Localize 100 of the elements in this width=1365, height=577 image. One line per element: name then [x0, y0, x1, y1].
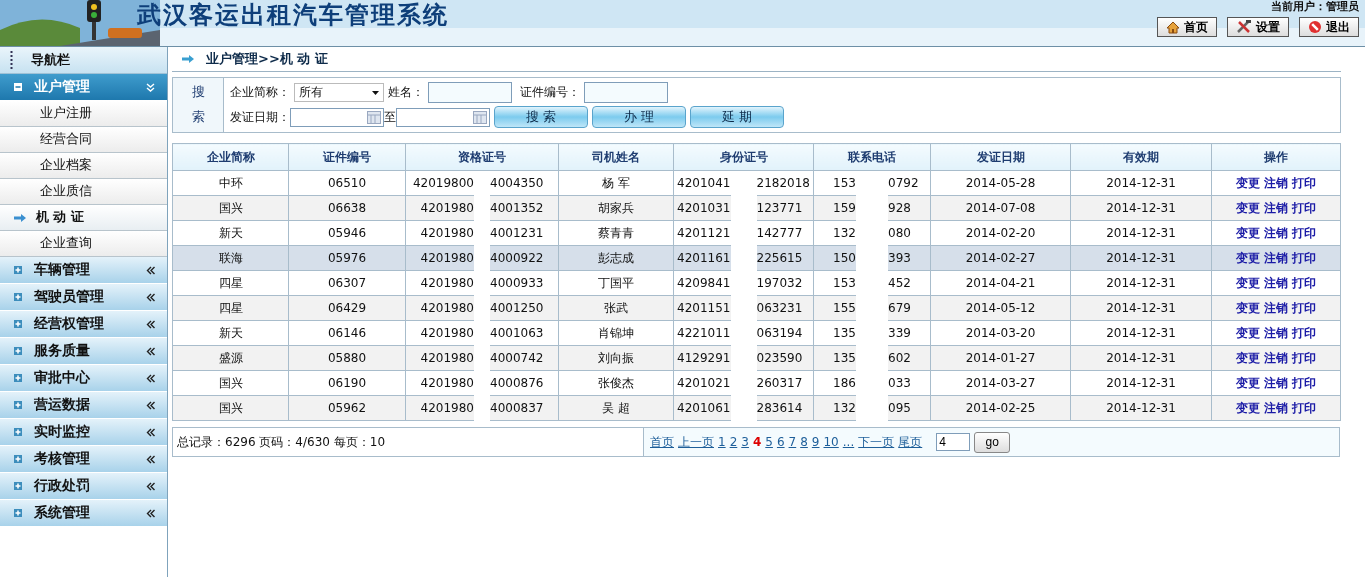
- action-link[interactable]: 注销: [1264, 200, 1288, 215]
- page-link[interactable]: 8: [800, 435, 808, 449]
- action-link[interactable]: 打印: [1292, 300, 1316, 315]
- action-link[interactable]: 打印: [1292, 175, 1316, 190]
- action-link[interactable]: 变更: [1236, 375, 1260, 390]
- last-page-link[interactable]: 尾页: [898, 433, 923, 451]
- table-cell-text: 153: [832, 176, 856, 190]
- arrow-icon: [14, 213, 26, 222]
- action-link[interactable]: 注销: [1264, 175, 1288, 190]
- action-link[interactable]: 注销: [1264, 300, 1288, 315]
- cert-number-field[interactable]: [584, 82, 668, 103]
- table-cell: 06307: [288, 270, 406, 296]
- action-link[interactable]: 打印: [1292, 325, 1316, 340]
- prev-page-link[interactable]: 上一页: [678, 433, 714, 451]
- company-select[interactable]: 所有: [294, 83, 384, 102]
- action-link[interactable]: 打印: [1292, 200, 1316, 215]
- action-link[interactable]: 打印: [1292, 350, 1316, 365]
- table-row[interactable]: 四星 06307 4201980 4000933 丁国平 4209841 197032 153 452 2014-04-21 2014-12-31 变更 注销 打印: [172, 270, 1341, 296]
- action-link[interactable]: 打印: [1292, 225, 1316, 240]
- table-cell-text: 153: [832, 276, 856, 290]
- next-page-link[interactable]: 下一页: [858, 433, 895, 451]
- action-link[interactable]: 变更: [1236, 200, 1260, 215]
- date-field[interactable]: [396, 107, 490, 127]
- nav-group[interactable]: 经营权管理: [0, 311, 167, 338]
- nav-group[interactable]: 营运数据: [0, 392, 167, 419]
- action-link[interactable]: 变更: [1236, 275, 1260, 290]
- page-link[interactable]: 5: [765, 435, 773, 449]
- table-cell: 2014-01-27: [930, 345, 1071, 371]
- table-row[interactable]: 国兴 05962 4201980 4000837 吴 超 4201061 283614 132 095 2014-02-25 2014-12-31 变更 注销 打印: [172, 395, 1341, 421]
- nav-group[interactable]: 行政处罚: [0, 473, 167, 500]
- page-link[interactable]: 2: [729, 435, 738, 449]
- table-cell: 05880: [288, 345, 406, 371]
- action-link[interactable]: 注销: [1264, 350, 1288, 365]
- go-button[interactable]: go: [974, 431, 1011, 453]
- table-row[interactable]: 国兴 06190 4201980 4000876 张俊杰 4201021 260317 186 033 2014-03-27 2014-12-31 变更 注销 打印: [172, 370, 1341, 396]
- table-row[interactable]: 国兴 06638 4201980 4001352 胡家兵 4201031 123771 159 928 2014-07-08 2014-12-31 变更 注销 打印: [172, 195, 1341, 221]
- nav-group[interactable]: 车辆管理: [0, 257, 167, 284]
- table-cell-text: 4221011: [676, 326, 731, 340]
- grip-icon: [10, 51, 13, 69]
- action-button[interactable]: 办 理: [592, 106, 686, 128]
- table-row[interactable]: 联海 05976 4201980 4000922 彭志成 4201161 225615 150 393 2014-02-27 2014-12-31 变更 注销 打印: [172, 245, 1341, 271]
- action-link[interactable]: 变更: [1236, 300, 1260, 315]
- date-field[interactable]: [290, 107, 384, 127]
- table-row[interactable]: 新天 06146 4201980 4001063 肖锦坤 4221011 063194 135 339 2014-03-20 2014-12-31 变更 注销 打印: [172, 320, 1341, 346]
- table-cell-text: 095: [888, 401, 912, 415]
- action-link[interactable]: 变更: [1236, 350, 1260, 365]
- action-link[interactable]: 打印: [1292, 275, 1316, 290]
- action-link[interactable]: 注销: [1264, 325, 1288, 340]
- nav-group[interactable]: 业户管理: [0, 74, 167, 101]
- table-row[interactable]: 盛源 05880 4201980 4000742 刘向振 4129291 023590 135 602 2014-01-27 2014-12-31 变更 注销 打印: [172, 345, 1341, 371]
- name-field[interactable]: [428, 82, 512, 103]
- action-link[interactable]: 打印: [1292, 250, 1316, 265]
- nav-item[interactable]: 机 动 证: [0, 205, 167, 231]
- action-link[interactable]: 注销: [1264, 250, 1288, 265]
- arrow-icon: [182, 55, 194, 63]
- action-link[interactable]: 注销: [1264, 400, 1288, 415]
- page-link[interactable]: 10: [823, 435, 839, 449]
- page-field[interactable]: 4: [936, 433, 971, 451]
- table-cell: 2014-02-25: [930, 395, 1071, 421]
- table-row[interactable]: 中环 06510 42019800 4004350 杨 军 4201041 2182018 153 0792 2014-05-28 2014-12-31 变更 注销 打印: [172, 170, 1341, 196]
- action-link[interactable]: 注销: [1264, 225, 1288, 240]
- first-page-link[interactable]: 首页: [650, 433, 674, 451]
- settings-button[interactable]: 设置: [1227, 17, 1289, 37]
- nav-group[interactable]: 系统管理: [0, 500, 167, 527]
- search-button[interactable]: 搜 索: [494, 106, 588, 128]
- page-link[interactable]: 7: [788, 435, 797, 449]
- more-pages-link[interactable]: ...: [842, 435, 855, 449]
- action-link[interactable]: 注销: [1264, 375, 1288, 390]
- table-cell: 盛源: [172, 345, 289, 371]
- page-link[interactable]: 1: [718, 435, 726, 449]
- table-row[interactable]: 四星 06429 4201980 4001250 张武 4201151 063231 155 679 2014-05-12 2014-12-31 变更 注销 打印: [172, 295, 1341, 321]
- nav-group[interactable]: 考核管理: [0, 446, 167, 473]
- action-link[interactable]: 注销: [1264, 275, 1288, 290]
- action-link[interactable]: 变更: [1236, 175, 1260, 190]
- plus-icon: [14, 266, 22, 274]
- action-link[interactable]: 打印: [1292, 400, 1316, 415]
- table-cell-text: 123771: [756, 201, 804, 215]
- action-button[interactable]: 延 期: [690, 106, 784, 128]
- table-cell: 杨 军: [558, 170, 674, 196]
- page-link[interactable]: 4: [752, 435, 762, 449]
- action-link[interactable]: 变更: [1236, 400, 1260, 415]
- page-link[interactable]: 9: [811, 435, 820, 449]
- action-link[interactable]: 打印: [1292, 375, 1316, 390]
- table-cell: 06510: [288, 170, 406, 196]
- nav-group[interactable]: 实时监控: [0, 419, 167, 446]
- nav-group[interactable]: 服务质量: [0, 338, 167, 365]
- page-link[interactable]: 3: [741, 435, 749, 449]
- nav-group[interactable]: 审批中心: [0, 365, 167, 392]
- minus-icon: [14, 83, 22, 91]
- home-button[interactable]: 首页: [1157, 17, 1217, 37]
- table-cell: 蔡青青: [558, 220, 674, 246]
- action-link[interactable]: 变更: [1236, 325, 1260, 340]
- caret-icon: [372, 90, 379, 95]
- nav-group[interactable]: 驾驶员管理: [0, 284, 167, 311]
- exit-button[interactable]: 退出: [1299, 17, 1359, 37]
- table-cell-text: 283614: [756, 401, 804, 415]
- action-link[interactable]: 变更: [1236, 225, 1260, 240]
- page-link[interactable]: 6: [776, 435, 785, 449]
- table-row[interactable]: 新天 05946 4201980 4001231 蔡青青 4201121 142777 132 080 2014-02-20 2014-12-31 变更 注销 打印: [172, 220, 1341, 246]
- action-link[interactable]: 变更: [1236, 250, 1260, 265]
